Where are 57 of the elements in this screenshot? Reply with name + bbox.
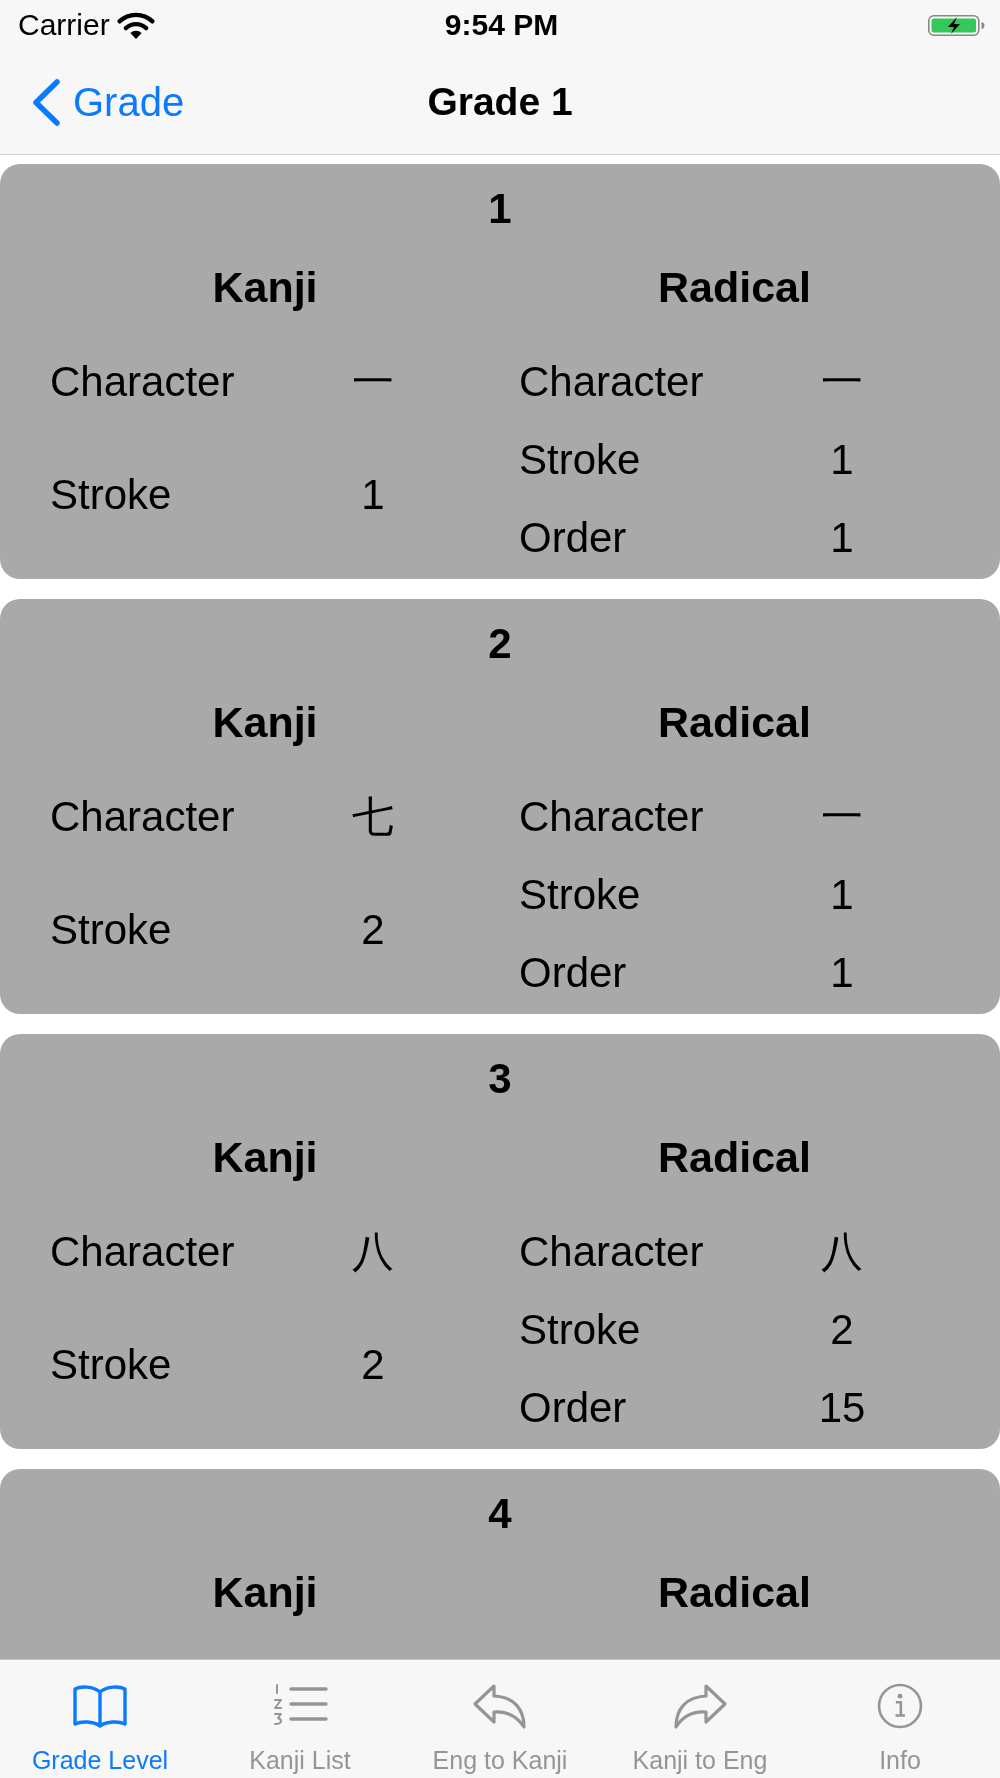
row-value: 1 [830,435,854,485]
row-label: Character [519,792,704,842]
column-heading: Kanji [212,262,318,312]
battery-charging-icon [928,14,985,36]
row-label: Stroke [519,870,641,920]
column-heading: Kanji [212,1567,318,1617]
status-time: 9:54 PM [444,7,559,43]
card-number: 2 [488,619,512,669]
column-heading: Radical [658,697,811,747]
row-label: Character [50,357,235,407]
card-number: 4 [488,1489,512,1539]
column-heading: Kanji [212,1132,318,1182]
row-value: 15 [818,1383,866,1433]
row-value: 1 [361,470,385,520]
row-value: 一 [821,792,863,842]
card-number: 1 [488,184,512,234]
row-value: 一 [352,357,394,407]
row-label: Stroke [50,470,172,520]
row-label: Stroke [519,1305,641,1355]
tab-button[interactable]: Kanji to Eng [600,1660,800,1778]
row-value: 2 [361,1340,385,1390]
row-label: Stroke [519,435,641,485]
row-label: Stroke [50,905,172,955]
row-value: 七 [352,792,394,842]
book-icon[interactable] [72,1683,128,1729]
back-button[interactable]: Grade [31,77,185,127]
row-value: 八 [352,1227,394,1277]
row-label: Order [519,513,627,563]
column-heading: Kanji [212,697,318,747]
tab-button[interactable]: Eng to Kanji [400,1660,600,1778]
column-heading: Radical [658,1567,811,1617]
row-label: Order [519,948,627,998]
row-value: 一 [821,357,863,407]
row-value: 2 [830,1305,854,1355]
row-label: Character [519,357,704,407]
screen-title: Grade 1 [427,79,573,125]
row-value: 1 [830,513,854,563]
row-label: Character [50,792,235,842]
carrier-name: Carrier [18,7,110,43]
row-label: Character [519,1227,704,1277]
reply-arrow-icon[interactable] [472,1683,528,1729]
row-label: Stroke [50,1340,172,1390]
forward-arrow-icon[interactable] [672,1683,728,1729]
tab-button[interactable]: Grade Level [0,1660,200,1778]
row-value: 1 [830,870,854,920]
row-value: 1 [830,948,854,998]
row-label: Character [50,1227,235,1277]
tab-button[interactable]: Info [800,1660,1000,1778]
row-value: 2 [361,905,385,955]
chevron-left-icon[interactable] [31,77,61,127]
wifi-icon [115,11,156,39]
row-label: Order [519,1383,627,1433]
column-heading: Radical [658,262,811,312]
row-value: 八 [821,1227,863,1277]
tab-button[interactable]: Kanji List [200,1660,400,1778]
column-heading: Radical [658,1132,811,1182]
card-number: 3 [488,1054,512,1104]
